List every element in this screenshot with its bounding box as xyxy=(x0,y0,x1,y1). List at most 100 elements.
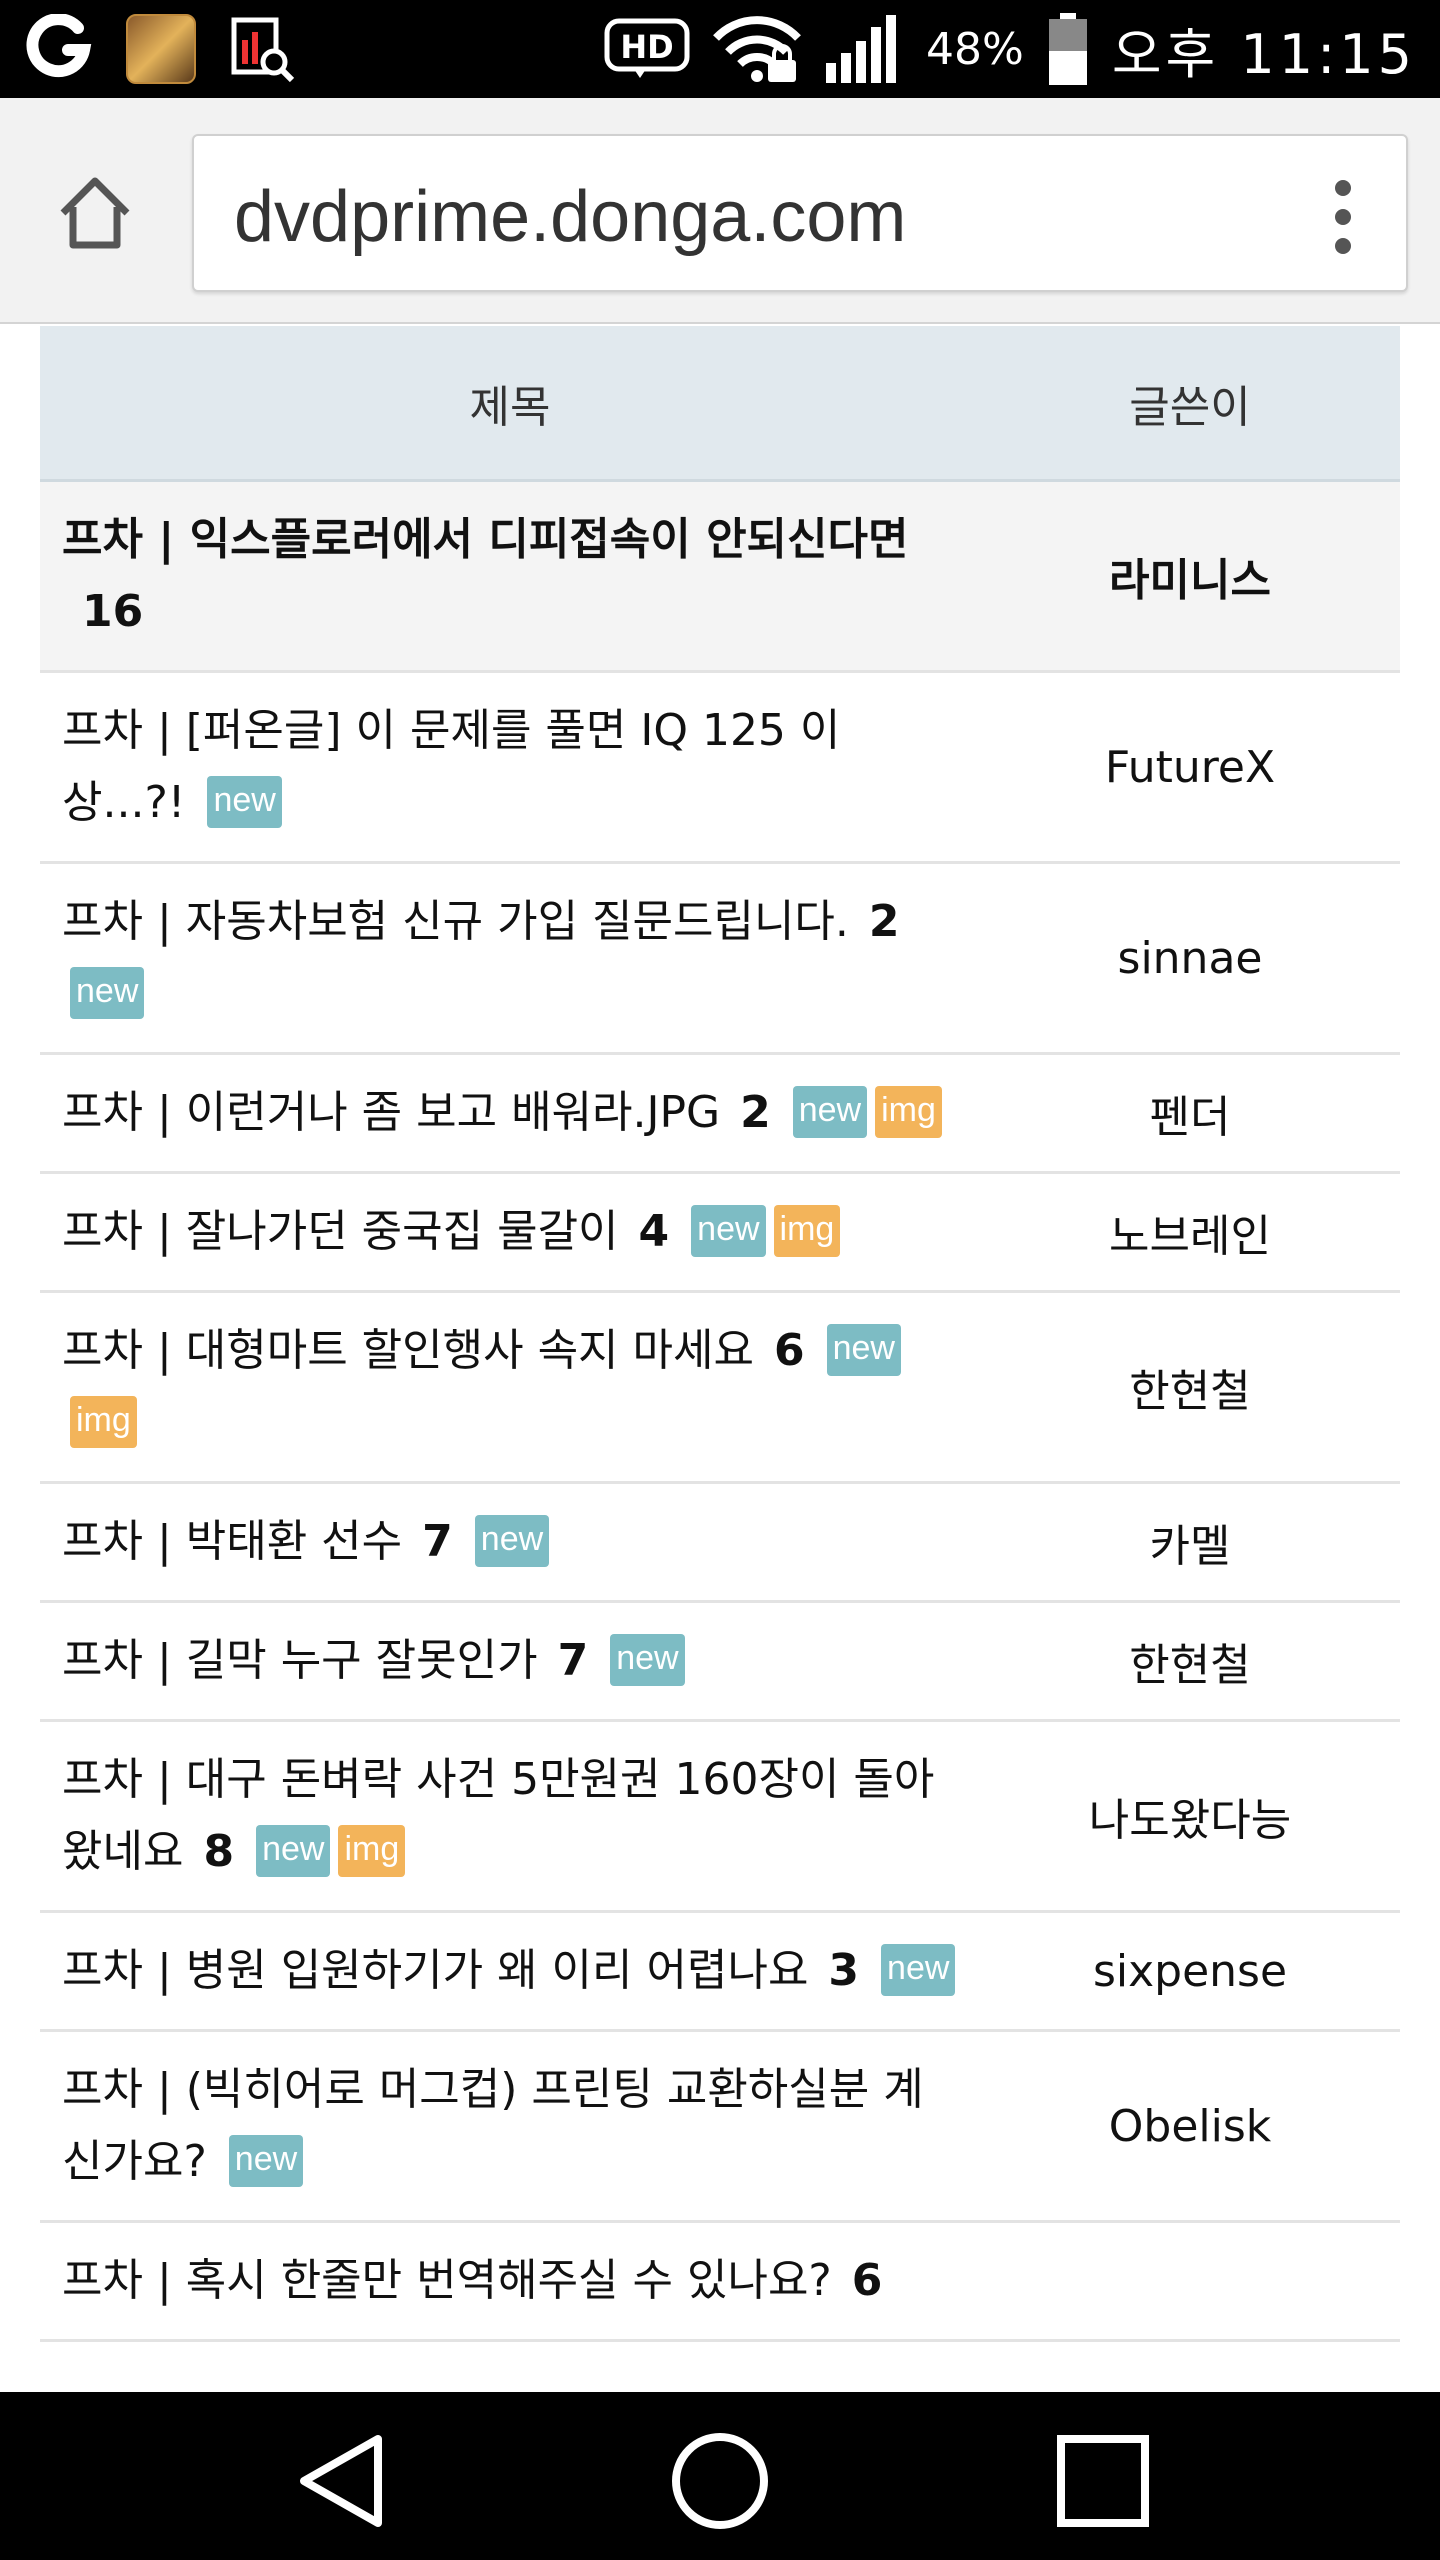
table-row[interactable]: 프차 | 병원 입원하기가 왜 이리 어렵나요 3 new sixpense xyxy=(40,1913,1400,2032)
svg-text:HD: HD xyxy=(620,28,673,66)
home-nav-button[interactable] xyxy=(665,2426,775,2536)
back-button[interactable] xyxy=(285,2426,395,2536)
img-badge: img xyxy=(338,1825,406,1877)
table-row[interactable]: 프차 | 박태환 선수 7 new 카멜 xyxy=(40,1484,1400,1603)
app-o-icon xyxy=(26,14,92,78)
post-author[interactable]: FutureX xyxy=(980,742,1400,793)
menu-dot-icon xyxy=(1335,209,1351,225)
post-title-cell[interactable]: 프차 | 잘나가던 중국집 물갈이 4 new img xyxy=(40,1174,980,1290)
comment-count: 7 xyxy=(557,1635,589,1686)
table-row[interactable]: 프차 | 익스플로러에서 디피접속이 안되신다면 16 라미니스 xyxy=(40,482,1400,673)
table-row[interactable]: 프차 | 잘나가던 중국집 물갈이 4 new img 노브레인 xyxy=(40,1174,1400,1293)
table-row[interactable]: 프차 | 혹시 한줄만 번역해주실 수 있나요? 6 xyxy=(40,2223,1400,2342)
new-badge: new xyxy=(70,967,145,1019)
post-title[interactable]: 프차 | 이런거나 좀 보고 배워라.JPG xyxy=(62,1087,720,1138)
address-bar[interactable]: dvdprime.donga.com xyxy=(192,134,1408,292)
browser-toolbar: dvdprime.donga.com xyxy=(0,98,1440,324)
comment-count: 16 xyxy=(82,586,144,637)
comment-count: 6 xyxy=(773,1325,805,1376)
back-icon xyxy=(300,2435,382,2527)
comment-count: 8 xyxy=(203,1826,235,1877)
img-badge: img xyxy=(875,1086,942,1138)
new-badge: new xyxy=(881,1944,956,1996)
post-title-cell[interactable]: 프차 | (빅히어로 머그컵) 프린팅 교환하실분 계신가요? new xyxy=(40,2032,980,2220)
url-text[interactable]: dvdprime.donga.com xyxy=(234,176,906,258)
table-row[interactable]: 프차 | 대형마트 할인행사 속지 마세요 6 new img 한현철 xyxy=(40,1293,1400,1484)
table-row[interactable]: 프차 | 대구 돈벼락 사건 5만원권 160장이 돌아왔네요 8 new img 나도… xyxy=(40,1722,1400,1913)
post-title[interactable]: 프차 | 혹시 한줄만 번역해주실 수 있나요? xyxy=(62,2255,832,2306)
table-row[interactable]: 프차 | 이런거나 좀 보고 배워라.JPG 2 new img 펜더 xyxy=(40,1055,1400,1174)
notification-icons xyxy=(24,14,298,84)
chart-search-icon xyxy=(231,17,295,83)
overflow-menu-button[interactable] xyxy=(1328,180,1358,254)
new-badge: new xyxy=(826,1324,901,1376)
system-icons: HD 48% 오후 11:15 xyxy=(604,13,1416,86)
post-title-cell[interactable]: 프차 | 대형마트 할인행사 속지 마세요 6 new img xyxy=(40,1293,980,1481)
comment-count: 7 xyxy=(422,1516,453,1567)
table-header: 제목 글쓴이 xyxy=(40,326,1400,482)
new-badge: new xyxy=(691,1205,766,1257)
post-title-cell[interactable]: 프차 | 혹시 한줄만 번역해주실 수 있나요? 6 xyxy=(40,2223,980,2339)
post-title-cell[interactable]: 프차 | 이런거나 좀 보고 배워라.JPG 2 new img xyxy=(40,1055,980,1171)
comment-count: 4 xyxy=(638,1206,670,1257)
board-table: 제목 글쓴이 프차 | 익스플로러에서 디피접속이 안되신다면 16 라미니스 프차 … xyxy=(40,326,1400,2342)
status-bar: HD 48% 오후 11:15 xyxy=(0,0,1440,98)
post-title[interactable]: 프차 | [퍼온글] 이 문제를 풀면 IQ 125 이상...?! xyxy=(62,705,840,828)
post-title[interactable]: 프차 | 대구 돈벼락 사건 5만원권 160장이 돌아왔네요 xyxy=(62,1754,934,1877)
post-author[interactable]: Obelisk xyxy=(980,2101,1400,2152)
battery-icon xyxy=(1048,13,1087,85)
signal-icon xyxy=(826,15,897,83)
clock: 오후 11:15 xyxy=(1111,22,1416,86)
hd-icon: HD xyxy=(604,18,690,78)
post-title[interactable]: 프차 | 박태환 선수 xyxy=(62,1516,402,1567)
post-author[interactable]: sixpense xyxy=(980,1946,1400,1997)
post-title-cell[interactable]: 프차 | 길막 누구 잘못인가 7 new xyxy=(40,1603,980,1719)
recents-icon xyxy=(1057,2435,1149,2527)
post-author[interactable]: 펜더 xyxy=(980,1081,1400,1145)
post-title-cell[interactable]: 프차 | 익스플로러에서 디피접속이 안되신다면 16 xyxy=(40,482,980,670)
wifi-lock-icon xyxy=(713,16,801,82)
post-author[interactable]: 노브레인 xyxy=(980,1200,1400,1264)
post-title[interactable]: 프차 | 잘나가던 중국집 물갈이 xyxy=(62,1206,619,1257)
img-badge: img xyxy=(70,1396,137,1448)
post-author[interactable]: 나도왔다능 xyxy=(980,1784,1400,1848)
post-title-cell[interactable]: 프차 | 병원 입원하기가 왜 이리 어렵나요 3 new xyxy=(40,1913,980,2029)
post-title-cell[interactable]: 프차 | 박태환 선수 7 new xyxy=(40,1484,980,1600)
column-header-author: 글쓴이 xyxy=(1129,381,1251,433)
home-button[interactable] xyxy=(50,168,140,258)
table-row[interactable]: 프차 | 자동차보험 신규 가입 질문드립니다. 2 new sinnae xyxy=(40,864,1400,1055)
post-title[interactable]: 프차 | 대형마트 할인행사 속지 마세요 xyxy=(62,1325,754,1376)
post-author[interactable]: sinnae xyxy=(980,933,1400,984)
home-icon xyxy=(60,177,130,249)
post-author[interactable]: 라미니스 xyxy=(980,544,1400,608)
new-badge: new xyxy=(207,776,282,828)
table-row[interactable]: 프차 | [퍼온글] 이 문제를 풀면 IQ 125 이상...?! new Fut… xyxy=(40,673,1400,864)
post-title-cell[interactable]: 프차 | [퍼온글] 이 문제를 풀면 IQ 125 이상...?! new xyxy=(40,673,980,861)
comment-count: 2 xyxy=(868,896,900,947)
post-title-cell[interactable]: 프차 | 대구 돈벼락 사건 5만원권 160장이 돌아왔네요 8 new img xyxy=(40,1722,980,1910)
post-author[interactable]: 한현철 xyxy=(980,1355,1400,1419)
table-row[interactable]: 프차 | (빅히어로 머그컵) 프린팅 교환하실분 계신가요? new Obelis… xyxy=(40,2032,1400,2223)
new-badge: new xyxy=(256,1825,331,1877)
new-badge: new xyxy=(474,1515,550,1567)
img-badge: img xyxy=(773,1205,841,1257)
post-list: 프차 | 익스플로러에서 디피접속이 안되신다면 16 라미니스프차 | [퍼온글]… xyxy=(40,482,1400,2342)
new-badge: new xyxy=(792,1086,868,1138)
battery-percent: 48% xyxy=(926,23,1024,75)
post-title[interactable]: 프차 | (빅히어로 머그컵) 프린팅 교환하실분 계신가요? xyxy=(62,2064,924,2187)
column-header-title: 제목 xyxy=(469,381,551,433)
recents-button[interactable] xyxy=(1048,2426,1158,2536)
table-row[interactable]: 프차 | 길막 누구 잘못인가 7 new 한현철 xyxy=(40,1603,1400,1722)
post-author[interactable]: 한현철 xyxy=(980,1629,1400,1693)
post-title[interactable]: 프차 | 병원 입원하기가 왜 이리 어렵나요 xyxy=(62,1945,808,1996)
menu-dot-icon xyxy=(1335,180,1351,196)
post-title-cell[interactable]: 프차 | 자동차보험 신규 가입 질문드립니다. 2 new xyxy=(40,864,980,1052)
post-title[interactable]: 프차 | 길막 누구 잘못인가 xyxy=(62,1635,538,1686)
post-author[interactable]: 카멜 xyxy=(980,1510,1400,1574)
comment-count: 3 xyxy=(828,1945,860,1996)
post-title[interactable]: 프차 | 자동차보험 신규 가입 질문드립니다. xyxy=(62,896,849,947)
menu-dot-icon xyxy=(1335,238,1351,254)
new-badge: new xyxy=(228,2135,304,2187)
post-title[interactable]: 프차 | 익스플로러에서 디피접속이 안되신다면 xyxy=(62,514,908,565)
comment-count: 2 xyxy=(740,1087,771,1138)
